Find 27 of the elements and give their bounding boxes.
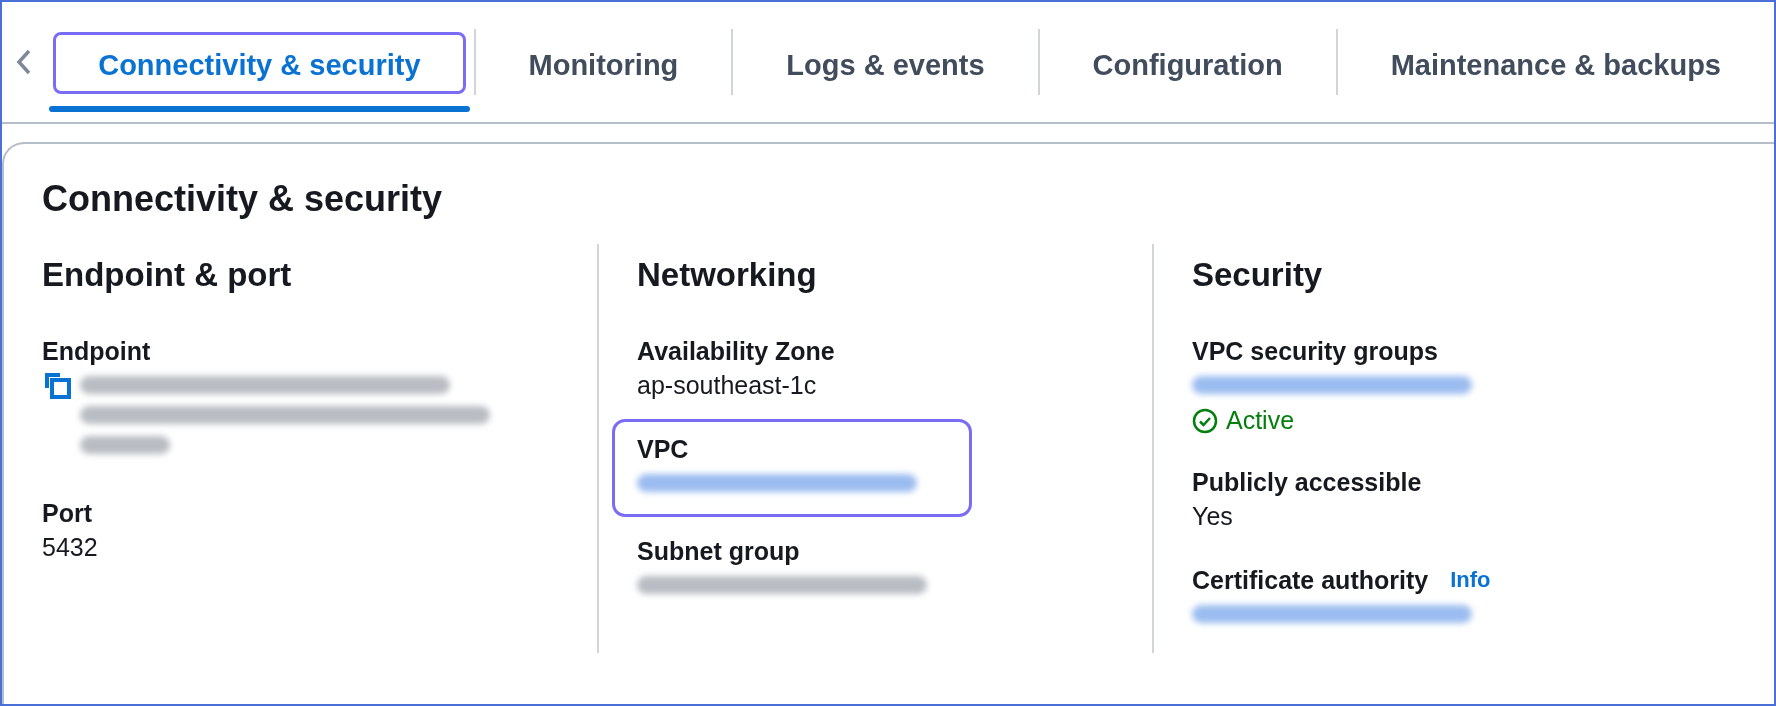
redacted-link[interactable] [1192, 376, 1472, 394]
field-value: 5432 [42, 532, 99, 563]
status-text: Active [1226, 406, 1295, 435]
tab[interactable]: Logs & events [741, 32, 1030, 94]
copy-icon[interactable] [42, 370, 72, 400]
field-label: Port [42, 498, 92, 529]
redacted-link[interactable] [637, 474, 917, 492]
redacted-link[interactable] [1192, 605, 1472, 623]
panel-title: Connectivity & security [42, 178, 444, 220]
check-circle-icon [1192, 407, 1218, 434]
field-value: Yes [1192, 501, 1234, 532]
field-label: Availability Zone [637, 336, 835, 367]
tab[interactable]: Maintenance & backups [1345, 32, 1766, 94]
tab[interactable]: Configuration [1047, 32, 1328, 94]
field-label: Publicly accessible [1192, 467, 1422, 498]
tab[interactable]: Connectivity & security [53, 32, 466, 94]
field-label: Subnet group [637, 536, 800, 567]
info-link[interactable]: Info [1450, 567, 1491, 593]
section-heading: Endpoint & port [42, 256, 293, 294]
section-heading: Security [1192, 256, 1324, 294]
field-value: ap-southeast-1c [637, 370, 818, 401]
field-label: Endpoint [42, 336, 151, 367]
tab[interactable]: Monitoring [483, 32, 724, 94]
field-label: VPC [637, 434, 689, 465]
field-label: Certificate authority [1192, 565, 1429, 596]
section-heading: Networking [637, 256, 818, 294]
field-label: VPC security groups [1192, 336, 1438, 367]
